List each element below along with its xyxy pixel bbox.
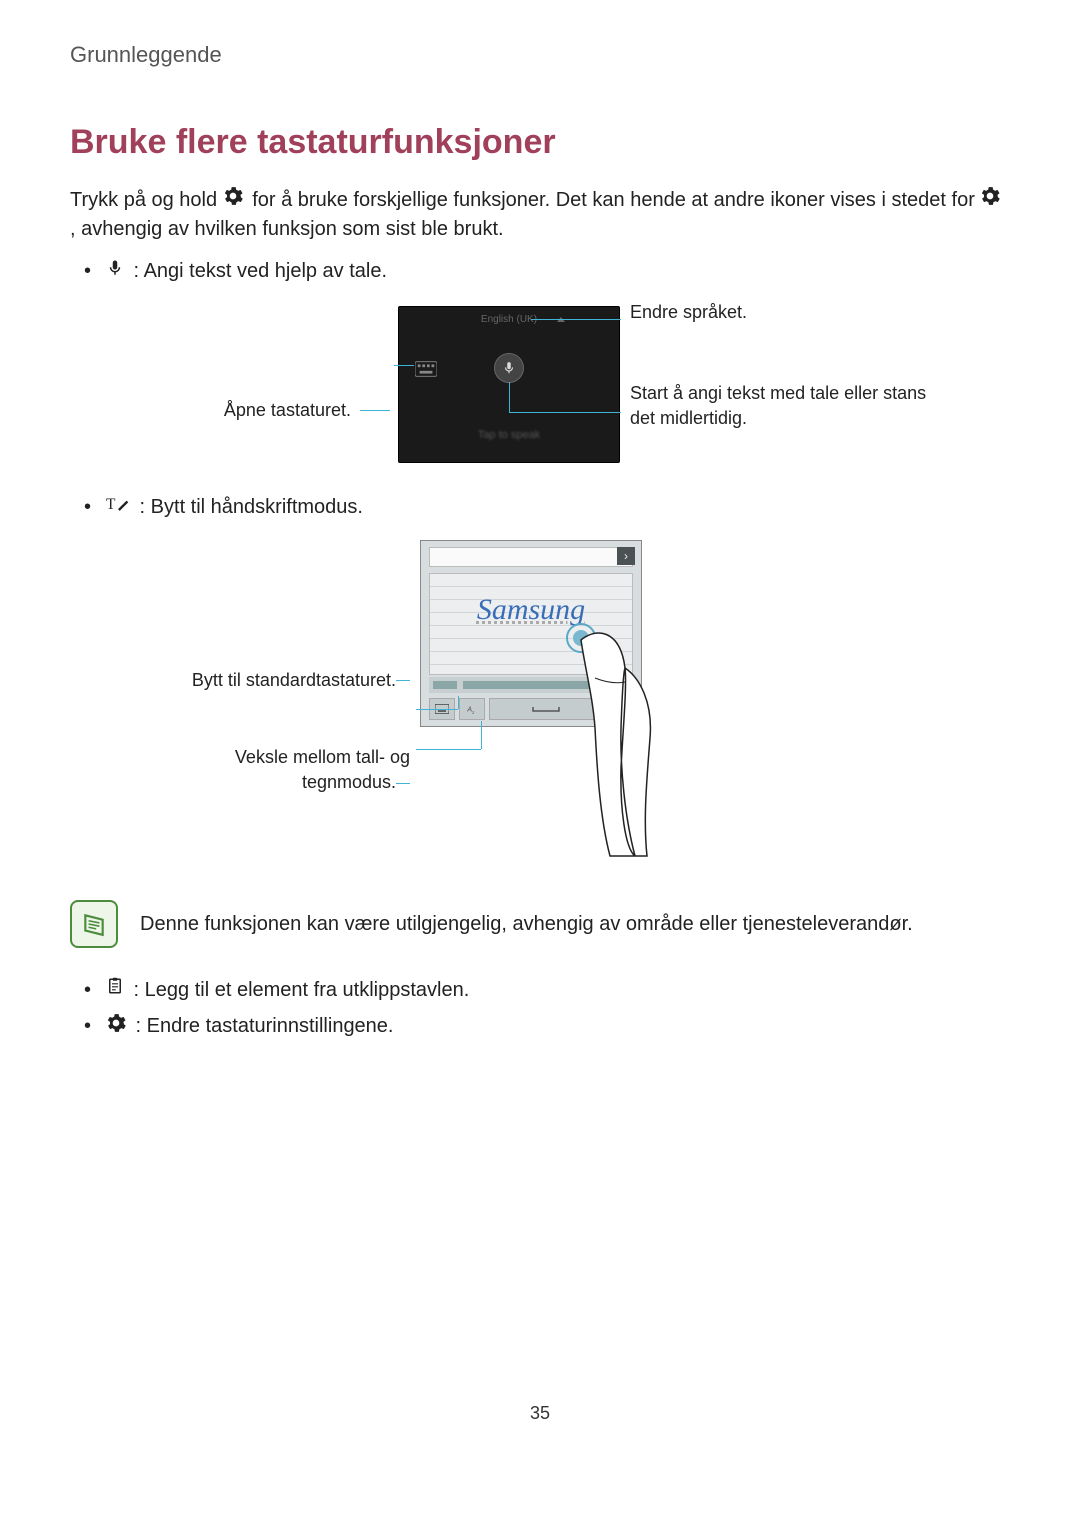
note-callout: Denne funksjonen kan være utilgjengelig,… [70,900,1010,948]
voice-input-figure: Åpne tastaturet. English (UK) Tap to spe… [70,306,1010,463]
voice-panel: English (UK) Tap to speak [398,306,620,463]
intro-paragraph: Trykk på og hold for å bruke forskjellig… [70,186,1010,243]
mode-toggle-icon: Az [459,698,485,720]
gear-icon [106,1013,126,1041]
bullet-clipboard-text: : Legg til et element fra utklippstavlen… [128,979,469,1001]
intro-text-3: , avhengig av hvilken funksjon som sist … [70,218,504,240]
clipboard-icon [106,976,124,1004]
change-language-label: Endre språket. [630,300,930,325]
breadcrumb: Grunnleggende [70,40,1010,71]
bullet-settings-text: : Endre tastaturinnstillingene. [130,1015,394,1037]
mic-button [494,353,524,383]
bullet-voice-text: : Angi tekst ved hjelp av tale. [128,260,387,282]
mic-icon [106,258,124,286]
expand-icon: › [617,547,635,565]
bullet-voice: : Angi tekst ved hjelp av tale. [70,257,1010,286]
voice-language-label: English (UK) [399,313,619,327]
intro-text-2: for å bruke forskjellige funksjoner. Det… [252,189,980,211]
bullet-handwriting-text: : Bytt til håndskriftmodus. [134,496,363,518]
bullet-settings: : Endre tastaturinnstillingene. [70,1012,1010,1041]
finger-illustration [565,618,675,858]
page-title: Bruke flere tastaturfunksjoner [70,119,1010,167]
handwriting-figure: Bytt til standardtastaturet. Veksle mell… [70,540,1010,860]
page-number: 35 [70,1401,1010,1426]
open-keyboard-label: Åpne tastaturet. [224,400,351,420]
text-field [429,547,633,567]
bullet-clipboard: : Legg til et element fra utklippstavlen… [70,976,1010,1005]
toggle-number-symbol-label: Veksle mellom tall- og tegnmodus. [160,745,410,795]
intro-text-1: Trykk på og hold [70,189,223,211]
voice-left-label: Åpne tastaturet. [150,372,398,397]
tap-to-speak-label: Tap to speak [399,428,619,443]
voice-right-labels: Endre språket. Start å angi tekst med ta… [620,338,930,432]
note-text: Denne funksjonen kan være utilgjengelig,… [140,900,913,938]
note-icon [70,900,118,948]
start-pause-voice-label: Start å angi tekst med tale eller stans … [630,381,930,431]
bullet-handwriting: T : Bytt til håndskriftmodus. [70,493,1010,522]
handwriting-icon: T [106,494,130,522]
keyboard-icon [415,357,437,385]
switch-standard-keyboard-label: Bytt til standardtastaturet. [160,668,410,693]
svg-text:T: T [106,496,116,513]
svg-text:A: A [466,704,472,713]
gear-icon [223,186,243,214]
svg-text:z: z [472,710,475,714]
gear-icon [980,186,1000,214]
